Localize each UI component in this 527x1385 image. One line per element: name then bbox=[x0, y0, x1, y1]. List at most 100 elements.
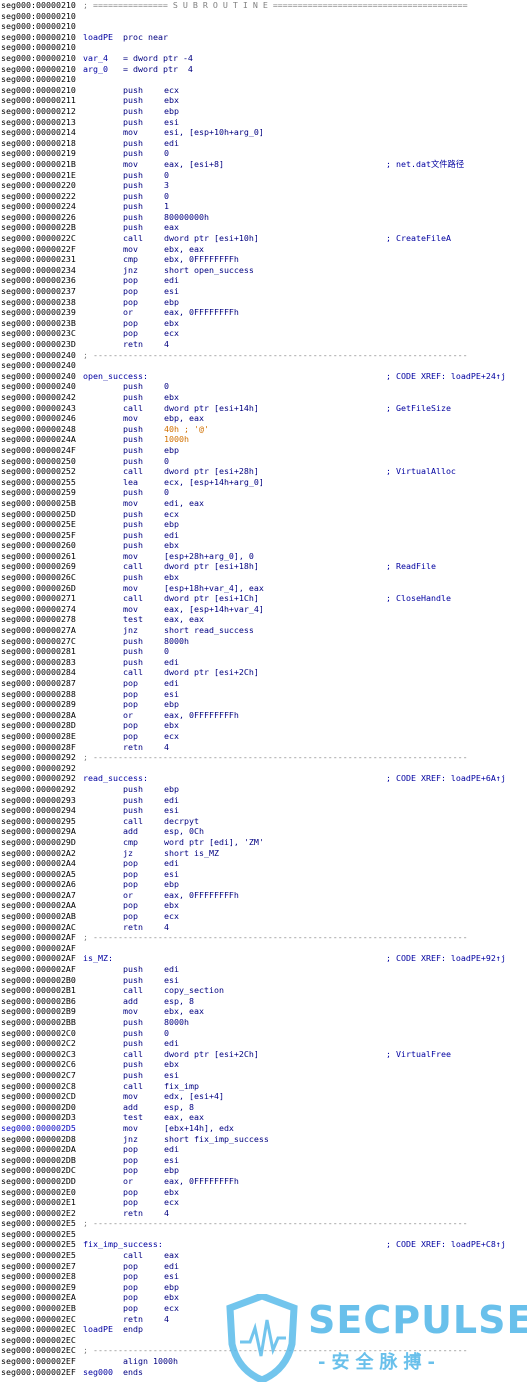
code-label[interactable]: arg_0 bbox=[83, 64, 108, 75]
operand: copy_section bbox=[164, 985, 224, 996]
code-label[interactable]: var_4 bbox=[83, 53, 108, 64]
mnemonic: push bbox=[123, 508, 143, 519]
disassembly-listing: seg000:00000210 ; =============== S U B R… bbox=[0, 0, 527, 1377]
code-label[interactable]: read_success: bbox=[83, 773, 148, 784]
segment-address: seg000:00000214 bbox=[1, 127, 76, 138]
listing-line: seg000:000002A5 pop esi bbox=[0, 869, 527, 880]
code-label[interactable]: loadPE bbox=[83, 32, 113, 43]
listing-line: seg000:00000284 call dword ptr [esi+2Ch] bbox=[0, 667, 527, 678]
listing-line: seg000:0000029D cmp word ptr [edi], 'ZM' bbox=[0, 837, 527, 848]
segment-address: seg000:00000246 bbox=[1, 413, 76, 424]
mnemonic: push bbox=[123, 105, 143, 116]
segment-address: seg000:0000028D bbox=[1, 720, 76, 731]
comment: ; CloseHandle bbox=[386, 593, 451, 604]
listing-line: seg000:00000222 push 0 bbox=[0, 191, 527, 202]
operand: esi bbox=[164, 116, 179, 127]
listing-line: seg000:000002DB pop esi bbox=[0, 1155, 527, 1166]
operand: edi bbox=[164, 1038, 179, 1049]
mnemonic: mov bbox=[123, 1091, 138, 1102]
mnemonic: add bbox=[123, 1101, 138, 1112]
segment-address: seg000:000002E2 bbox=[1, 1207, 76, 1218]
mnemonic: push bbox=[123, 964, 143, 975]
listing-line: seg000:0000023D retn 4 bbox=[0, 339, 527, 350]
mnemonic: push bbox=[123, 487, 143, 498]
listing-line: seg000:00000210 loadPE proc near bbox=[0, 32, 527, 43]
mnemonic: push bbox=[123, 455, 143, 466]
operand: ebx bbox=[164, 1059, 179, 1070]
mnemonic: or bbox=[123, 307, 133, 318]
code-label[interactable]: open_success: bbox=[83, 371, 148, 382]
operand: 0 bbox=[164, 646, 169, 657]
operand: esp, 8 bbox=[164, 1101, 194, 1112]
watermark-subtitle: -安全脉搏- bbox=[318, 1352, 441, 1373]
listing-line: seg000:0000022F mov ebx, eax bbox=[0, 244, 527, 255]
operand: ebx bbox=[164, 1186, 179, 1197]
listing-line: seg000:00000248 push 40h ; '@' bbox=[0, 424, 527, 435]
listing-line: seg000:000002D3 test eax, eax bbox=[0, 1112, 527, 1123]
listing-line: seg000:00000293 push edi bbox=[0, 795, 527, 806]
mnemonic: = dword ptr 4 bbox=[123, 63, 193, 74]
mnemonic: push bbox=[123, 391, 143, 402]
code-label[interactable]: seg000 bbox=[83, 1367, 113, 1378]
operand: 0 bbox=[164, 148, 169, 159]
operand: ecx, [esp+14h+arg_0] bbox=[164, 476, 264, 487]
mnemonic: mov bbox=[123, 603, 138, 614]
segment-address: seg000:000002AF bbox=[1, 953, 76, 964]
operand: eax, eax bbox=[164, 614, 204, 625]
mnemonic: push bbox=[123, 222, 143, 233]
mnemonic: pop bbox=[123, 1165, 138, 1176]
mnemonic: retn bbox=[123, 339, 143, 349]
operand: esi bbox=[164, 1069, 179, 1080]
listing-line: seg000:000002AC retn 4 bbox=[0, 922, 527, 933]
segment-address: seg000:00000237 bbox=[1, 286, 76, 297]
code-label[interactable]: loadPE bbox=[83, 1324, 113, 1335]
segment-address: seg000:000002D8 bbox=[1, 1133, 76, 1144]
operand: 4 bbox=[164, 1313, 169, 1324]
operand: ebp bbox=[164, 1165, 179, 1176]
segment-address: seg000:000002B9 bbox=[1, 1006, 76, 1017]
segment-address: seg000:00000240 bbox=[1, 360, 76, 371]
comment: ; net.dat文件路径 bbox=[386, 158, 465, 169]
listing-line: seg000:00000220 push 3 bbox=[0, 180, 527, 191]
comment: ; CODE XREF: loadPE+24↑j bbox=[386, 370, 506, 381]
segment-address: seg000:000002D5 bbox=[1, 1122, 76, 1133]
segment-address: seg000:00000234 bbox=[1, 264, 76, 275]
listing-line: seg000:000002E5 ; -----------------------… bbox=[0, 1218, 527, 1229]
mnemonic: pop bbox=[123, 879, 138, 890]
operand: short is_MZ bbox=[164, 847, 219, 858]
segment-address: seg000:000002A6 bbox=[1, 879, 76, 890]
segment-address: seg000:00000218 bbox=[1, 137, 76, 148]
segment-address: seg000:000002C2 bbox=[1, 1038, 76, 1049]
operand: ebx bbox=[164, 572, 179, 583]
code-label[interactable]: is_MZ: bbox=[83, 953, 113, 964]
mnemonic: call bbox=[123, 593, 143, 604]
operand: ebp bbox=[164, 879, 179, 890]
mnemonic: = dword ptr -4 bbox=[123, 52, 193, 63]
code-label[interactable]: fix_imp_success: bbox=[83, 1239, 163, 1250]
mnemonic: pop bbox=[123, 317, 138, 328]
segment-address: seg000:00000242 bbox=[1, 391, 76, 402]
mnemonic: pop bbox=[123, 1186, 138, 1197]
mnemonic: push bbox=[123, 190, 143, 201]
mnemonic: pop bbox=[123, 1260, 138, 1271]
listing-line: seg000:00000289 pop ebp bbox=[0, 699, 527, 710]
segment-address: seg000:00000292 bbox=[1, 783, 76, 794]
operand: [esp+28h+arg_0], 0 bbox=[164, 550, 254, 561]
segment-address: seg000:000002AA bbox=[1, 900, 76, 911]
operand: eax, eax bbox=[164, 1112, 204, 1123]
mnemonic: lea bbox=[123, 476, 138, 487]
operand: edi bbox=[164, 529, 179, 540]
listing-line: seg000:000002C3 call dword ptr [esi+2Ch] ; … bbox=[0, 1049, 527, 1060]
mnemonic: push bbox=[123, 529, 143, 540]
segment-address: seg000:00000250 bbox=[1, 455, 76, 466]
segment-address: seg000:000002EF bbox=[1, 1356, 76, 1366]
mnemonic: push bbox=[123, 1017, 143, 1027]
mnemonic: ends bbox=[123, 1366, 143, 1377]
listing-line: seg000:000002CD mov edx, [esi+4] bbox=[0, 1091, 527, 1102]
operand: edi, eax bbox=[164, 497, 204, 508]
mnemonic: push bbox=[123, 805, 143, 816]
mnemonic: push bbox=[123, 783, 143, 794]
mnemonic: pop bbox=[123, 1197, 138, 1208]
listing-line: seg000:000002BB push 8000h bbox=[0, 1017, 527, 1028]
listing-line: seg000:00000269 call dword ptr [esi+18h] ; … bbox=[0, 561, 527, 572]
